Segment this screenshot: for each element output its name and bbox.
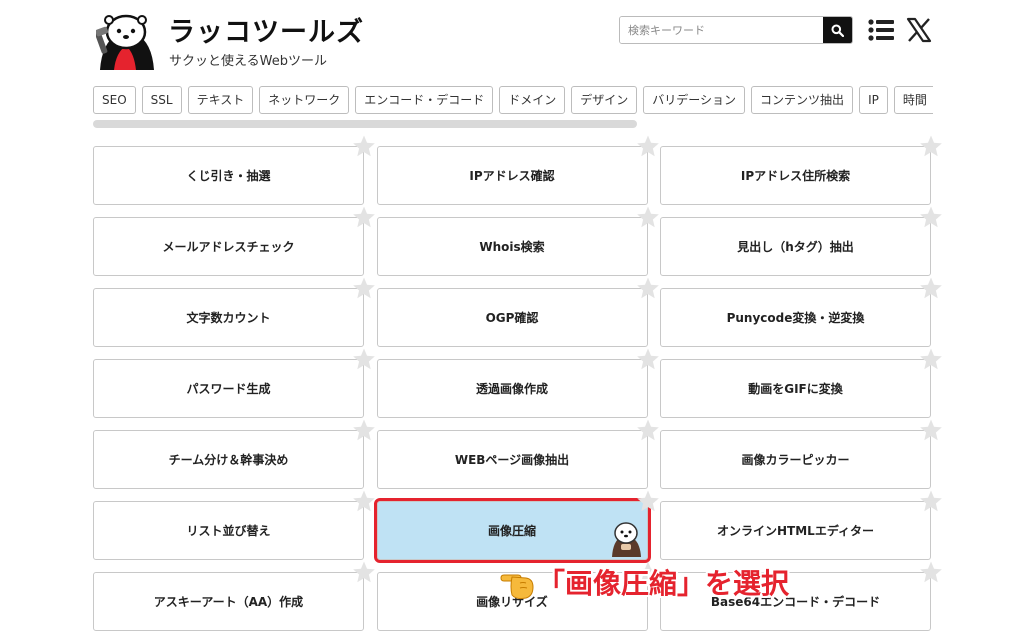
category-tag[interactable]: バリデーション xyxy=(643,86,746,114)
category-tag[interactable]: SSL xyxy=(141,86,182,114)
search-input[interactable] xyxy=(620,17,823,43)
tool-card-label: 動画をGIFに変換 xyxy=(748,382,843,396)
favorite-star-icon[interactable] xyxy=(352,347,376,371)
tool-card-label: 画像圧縮 xyxy=(487,524,536,538)
favorite-star-icon[interactable] xyxy=(352,134,376,158)
tool-card[interactable]: Whois検索 xyxy=(376,206,659,276)
favorite-star-icon[interactable] xyxy=(352,276,376,300)
tool-card[interactable]: 動画をGIFに変換 xyxy=(660,348,942,418)
favorite-star-icon[interactable] xyxy=(919,276,943,300)
tool-card[interactable]: IPアドレス住所検索 xyxy=(660,135,942,205)
search-icon xyxy=(831,24,844,37)
x-social-icon[interactable] xyxy=(906,17,932,43)
tool-card[interactable]: くじ引き・抽選 xyxy=(93,135,375,205)
tool-card-label: Punycode変換・逆変換 xyxy=(726,311,865,325)
tool-card-label: WEBページ画像抽出 xyxy=(454,453,570,467)
tool-card[interactable]: 透過画像作成 xyxy=(376,348,659,418)
favorite-star-icon[interactable] xyxy=(919,205,943,229)
tool-card[interactable]: チーム分け＆幹事決め xyxy=(93,419,375,489)
tool-card[interactable]: 画像圧縮 xyxy=(373,490,659,563)
favorite-star-icon[interactable] xyxy=(352,418,376,442)
tag-scrollbar-thumb[interactable] xyxy=(93,120,637,128)
category-tag[interactable]: テキスト xyxy=(187,86,254,114)
tool-card[interactable]: アスキーアート（AA）作成 xyxy=(93,561,375,631)
tool-card-label: リスト並び替え xyxy=(186,524,271,538)
tool-card-label: OGP確認 xyxy=(485,311,539,325)
favorite-star-icon[interactable] xyxy=(636,347,660,371)
favorite-star-icon[interactable] xyxy=(352,560,376,584)
tool-card[interactable]: Punycode変換・逆変換 xyxy=(660,277,942,347)
search-box xyxy=(619,16,853,44)
favorite-star-icon[interactable] xyxy=(919,347,943,371)
tool-card-label: 文字数カウント xyxy=(186,311,271,325)
category-tag[interactable]: デザイン xyxy=(571,86,638,114)
favorite-star-icon[interactable] xyxy=(636,418,660,442)
tool-card[interactable]: IPアドレス確認 xyxy=(376,135,659,205)
site-tagline: サクッと使えるWebツール xyxy=(169,54,327,69)
otter-mascot-icon xyxy=(611,522,641,557)
category-tag-bar: SEO SSL テキスト ネットワーク エンコード・デコード ドメイン デザイン バリデーショ… xyxy=(93,86,933,116)
category-tag[interactable]: ドメイン xyxy=(499,86,566,114)
favorite-star-icon[interactable] xyxy=(636,489,660,513)
tool-grid: くじ引き・抽選 IPアドレス確認 IPアドレス住所検索メールアドレスチェック Whoi… xyxy=(93,135,942,631)
favorite-star-icon[interactable] xyxy=(352,489,376,513)
category-tag[interactable]: IP xyxy=(859,86,888,114)
tool-card[interactable]: WEBページ画像抽出 xyxy=(376,419,659,489)
favorite-star-icon[interactable] xyxy=(919,489,943,513)
favorite-star-icon[interactable] xyxy=(636,276,660,300)
tool-card[interactable]: メールアドレスチェック xyxy=(93,206,375,276)
tool-card[interactable]: パスワード生成 xyxy=(93,348,375,418)
pointing-hand-icon xyxy=(500,574,534,600)
tool-card-label: チーム分け＆幹事決め xyxy=(168,453,289,467)
site-logo-otter-icon[interactable] xyxy=(96,12,156,70)
tool-card[interactable]: OGP確認 xyxy=(376,277,659,347)
tool-card-label: Whois検索 xyxy=(479,240,545,254)
tool-card[interactable]: 文字数カウント xyxy=(93,277,375,347)
favorite-star-icon[interactable] xyxy=(352,205,376,229)
favorite-star-icon[interactable] xyxy=(636,205,660,229)
tool-card-label: アスキーアート（AA）作成 xyxy=(153,595,304,609)
category-tag[interactable]: コンテンツ抽出 xyxy=(751,86,854,114)
favorite-star-icon[interactable] xyxy=(636,134,660,158)
tool-card-label: 画像カラーピッカー xyxy=(741,453,850,467)
tool-card-label: 透過画像作成 xyxy=(475,382,548,396)
tool-card-label: IPアドレス確認 xyxy=(469,169,555,183)
tool-card-label: メールアドレスチェック xyxy=(162,240,295,254)
instruction-annotation: 「画像圧縮」を選択 xyxy=(537,567,790,600)
tool-card[interactable]: オンラインHTMLエディター xyxy=(660,490,942,560)
tool-card-label: くじ引き・抽選 xyxy=(186,169,271,183)
favorite-star-icon[interactable] xyxy=(919,134,943,158)
category-tag[interactable]: SEO xyxy=(93,86,136,114)
tool-card-label: IPアドレス住所検索 xyxy=(740,169,851,183)
site-title[interactable]: ラッコツールズ xyxy=(168,10,364,49)
tool-card-label: 見出し（hタグ）抽出 xyxy=(737,240,854,254)
category-tag[interactable]: 時間 xyxy=(893,86,933,114)
menu-list-icon[interactable] xyxy=(868,19,894,41)
tool-card[interactable]: 見出し（hタグ）抽出 xyxy=(660,206,942,276)
tool-card[interactable]: 画像カラーピッカー xyxy=(660,419,942,489)
tool-card-label: オンラインHTMLエディター xyxy=(717,524,874,538)
search-button[interactable] xyxy=(823,17,852,43)
favorite-star-icon[interactable] xyxy=(919,560,943,584)
category-tag[interactable]: エンコード・デコード xyxy=(355,86,494,114)
tool-card-label: パスワード生成 xyxy=(186,382,271,396)
category-tag[interactable]: ネットワーク xyxy=(259,86,350,114)
favorite-star-icon[interactable] xyxy=(919,418,943,442)
tool-card[interactable]: リスト並び替え xyxy=(93,490,375,560)
